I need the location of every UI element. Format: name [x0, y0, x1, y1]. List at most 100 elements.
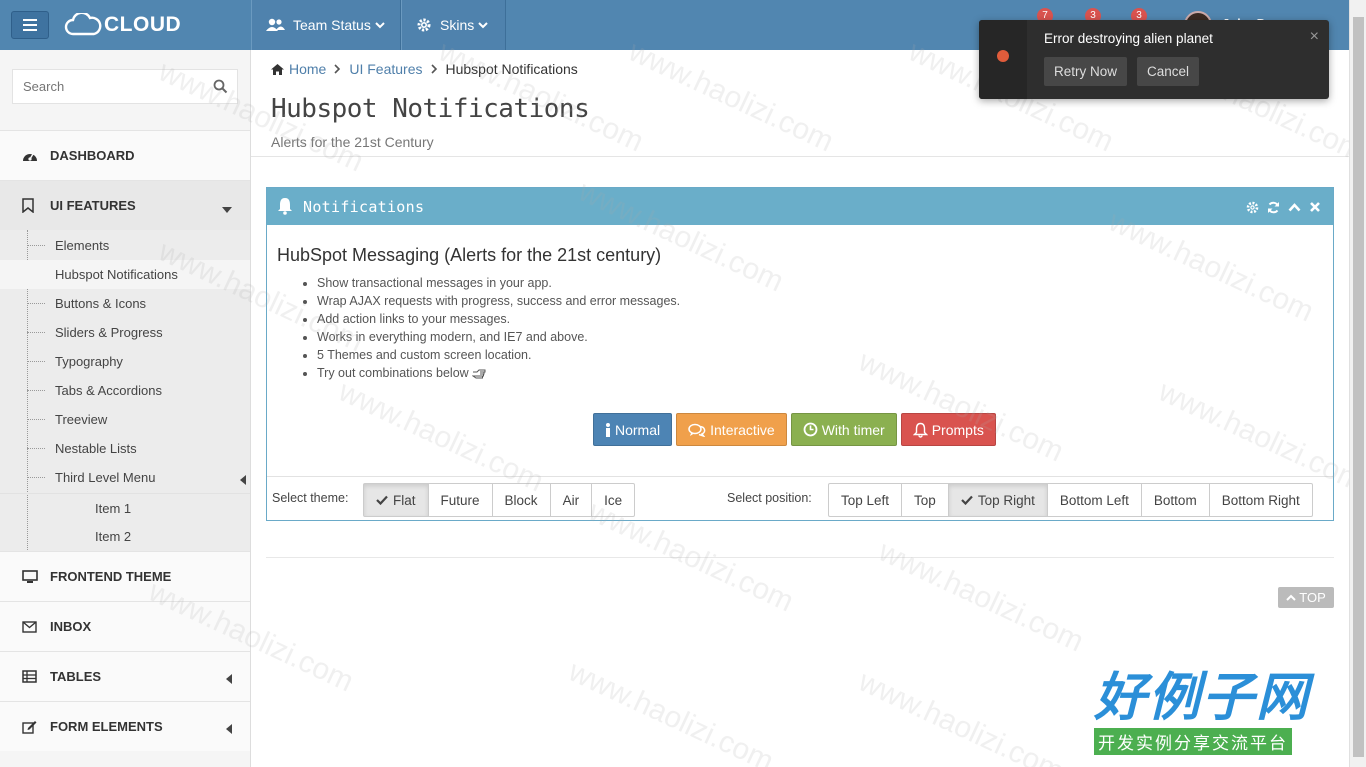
- theme-label: Select theme:: [272, 491, 349, 505]
- theme-option-block[interactable]: Block: [491, 484, 550, 516]
- toast-message: Error destroying alien planet: [1044, 31, 1213, 46]
- demo-buttons: Normal Interactive With timer Prompts: [593, 413, 996, 446]
- position-option-bottom-left[interactable]: Bottom Left: [1046, 484, 1141, 516]
- with-timer-button[interactable]: With timer: [790, 413, 897, 446]
- theme-option-ice[interactable]: Ice: [591, 484, 634, 516]
- sidebar-item-dashboard[interactable]: DASHBOARD: [0, 130, 250, 180]
- submenu-item-buttons-icons[interactable]: Buttons & Icons: [0, 289, 250, 318]
- prompts-button[interactable]: Prompts: [900, 413, 996, 446]
- back-to-top-button[interactable]: TOP: [1278, 587, 1334, 608]
- team-status-dropdown[interactable]: Team Status: [251, 0, 401, 50]
- submenu-item-hubspot-notifications[interactable]: Hubspot Notifications: [0, 260, 250, 289]
- third-level-item-2[interactable]: Item 2: [0, 522, 250, 551]
- submenu-item-tabs-accordions[interactable]: Tabs & Accordions: [0, 376, 250, 405]
- submenu-item-sliders-progress[interactable]: Sliders & Progress: [0, 318, 250, 347]
- chevron-down-icon: [375, 21, 385, 29]
- info-icon: [605, 422, 611, 437]
- breadcrumb-home-link[interactable]: Home: [289, 61, 326, 77]
- interactive-button[interactable]: Interactive: [676, 413, 787, 446]
- submenu-label: Nestable Lists: [55, 441, 137, 456]
- theme-option-future[interactable]: Future: [427, 484, 492, 516]
- panel-title: Notifications: [303, 198, 425, 216]
- caret-left-icon: [226, 722, 232, 737]
- menu-toggle-button[interactable]: [11, 11, 49, 39]
- third-level-item-1[interactable]: Item 1: [0, 493, 250, 522]
- panel-settings-icon[interactable]: [1246, 201, 1259, 217]
- prompts-button-label: Prompts: [931, 421, 984, 438]
- position-option-label: Bottom Left: [1059, 492, 1129, 508]
- sidebar-item-form-elements[interactable]: FORM ELEMENTS: [0, 701, 250, 751]
- team-status-label: Team Status: [293, 17, 371, 33]
- submenu-label: Hubspot Notifications: [55, 267, 178, 282]
- submenu-item-third-level-menu[interactable]: Third Level Menu: [0, 463, 250, 492]
- bell-outline-icon: [912, 422, 928, 438]
- caret-left-icon: [226, 672, 232, 687]
- check-icon: [376, 495, 388, 505]
- theme-option-label: Ice: [604, 492, 623, 508]
- brand-tagline: 开发实例分享交流平台: [1094, 728, 1292, 755]
- panel-close-icon[interactable]: [1309, 201, 1321, 217]
- submenu-label: Typography: [55, 354, 123, 369]
- position-option-top[interactable]: Top: [901, 484, 948, 516]
- submenu-label: Buttons & Icons: [55, 296, 147, 311]
- position-option-label: Top Right: [977, 492, 1035, 508]
- cancel-button[interactable]: Cancel: [1137, 57, 1200, 86]
- scrollbar-thumb[interactable]: [1353, 17, 1364, 757]
- position-option-label: Bottom Right: [1221, 492, 1300, 508]
- table-icon: [22, 670, 40, 683]
- normal-button[interactable]: Normal: [593, 413, 673, 446]
- position-option-bottom[interactable]: Bottom: [1140, 484, 1209, 516]
- position-option-label: Top: [914, 492, 936, 508]
- chevron-down-icon: [478, 21, 488, 29]
- skins-dropdown[interactable]: Skins: [401, 0, 506, 50]
- feature-list: Show transactional messages in your app.…: [317, 274, 680, 382]
- position-option-top-right[interactable]: Top Right: [947, 484, 1047, 516]
- logo-text: CLOUD: [104, 13, 182, 36]
- sidebar-item-tables[interactable]: TABLES: [0, 651, 250, 701]
- cloud-icon: [64, 13, 102, 36]
- sidebar-search: [12, 69, 238, 104]
- theme-option-label: Block: [504, 492, 538, 508]
- theme-option-flat[interactable]: Flat: [364, 484, 428, 516]
- position-label: Select position:: [727, 491, 812, 505]
- home-icon: [271, 63, 284, 75]
- watermark: www.haolizi.com: [623, 34, 839, 159]
- hand-pointer-icon: [472, 369, 486, 379]
- position-selector: Top Left Top Top Right Bottom Left Botto…: [828, 483, 1313, 517]
- submenu-label: Elements: [55, 238, 110, 253]
- panel-refresh-icon[interactable]: [1267, 201, 1280, 217]
- error-toast: Error destroying alien planet × Retry No…: [979, 20, 1329, 99]
- close-icon[interactable]: ×: [1310, 28, 1319, 46]
- search-input[interactable]: [13, 70, 193, 103]
- app-logo[interactable]: CLOUD: [64, 10, 181, 40]
- submenu-item-treeview[interactable]: Treeview: [0, 405, 250, 434]
- position-option-top-left[interactable]: Top Left: [829, 484, 901, 516]
- retry-now-button[interactable]: Retry Now: [1044, 57, 1128, 86]
- watermark: www.haolizi.com: [853, 664, 1069, 767]
- sidebar-item-frontend-theme[interactable]: FRONTEND THEME: [0, 551, 250, 601]
- scrollbar[interactable]: [1349, 0, 1366, 767]
- submenu-item-elements[interactable]: Elements: [0, 231, 250, 260]
- submenu-item-nestable-lists[interactable]: Nestable Lists: [0, 434, 250, 463]
- position-option-label: Bottom: [1153, 492, 1197, 508]
- panel-tools: [1246, 201, 1321, 217]
- breadcrumb-ui-link[interactable]: UI Features: [349, 61, 422, 77]
- panel-collapse-icon[interactable]: [1288, 201, 1301, 217]
- watermark: www.haolizi.com: [873, 534, 1089, 659]
- brand-watermark: 好例子网 开发实例分享交流平台: [1094, 668, 1318, 755]
- search-icon[interactable]: [213, 79, 228, 97]
- theme-option-air[interactable]: Air: [549, 484, 592, 516]
- sidebar-item-ui-features[interactable]: UI FEATURES: [0, 180, 250, 230]
- clock-icon: [803, 422, 818, 437]
- normal-button-label: Normal: [615, 421, 661, 438]
- sidebar-item-inbox[interactable]: INBOX: [0, 601, 250, 651]
- position-option-bottom-right[interactable]: Bottom Right: [1208, 484, 1312, 516]
- breadcrumb-current: Hubspot Notifications: [445, 61, 578, 77]
- breadcrumb: Home UI Features Hubspot Notifications: [271, 61, 578, 77]
- edit-icon: [22, 720, 40, 734]
- check-icon: [961, 495, 973, 505]
- theme-option-label: Air: [562, 492, 580, 508]
- caret-down-icon: [222, 201, 232, 216]
- submenu-item-typography[interactable]: Typography: [0, 347, 250, 376]
- position-option-label: Top Left: [841, 492, 890, 508]
